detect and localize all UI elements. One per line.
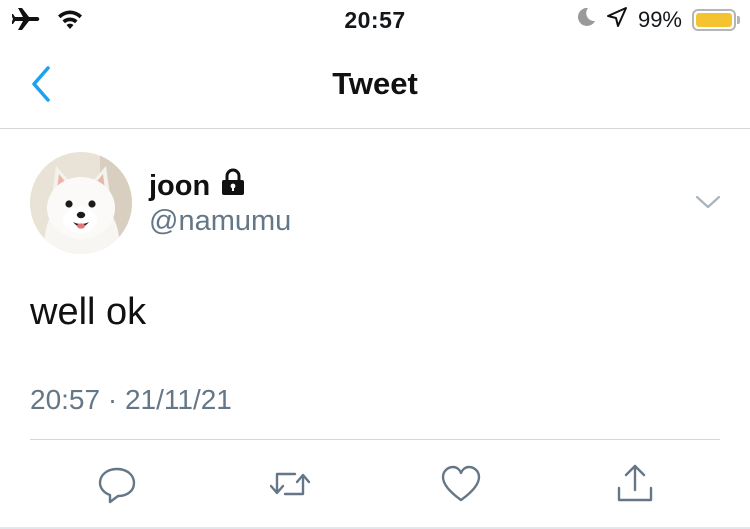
share-button[interactable] [613,462,657,506]
author-handle[interactable]: @namumu [149,205,291,238]
lock-icon [220,168,246,204]
like-button[interactable] [439,462,483,506]
tweet-text: well ok [30,291,147,333]
battery-cap [737,16,740,24]
tweet-timestamp[interactable]: 20:57 · 21/11/21 [30,384,232,416]
battery-body [692,9,736,31]
retweet-icon [269,472,311,496]
author-name-row[interactable]: joon [149,168,246,204]
share-icon [617,464,653,502]
like-icon [441,465,481,502]
reply-button[interactable] [95,462,139,506]
status-right: 99% [576,6,740,34]
nav-bar: Tweet [0,40,750,129]
avatar[interactable] [30,152,132,254]
tweet-menu-button[interactable] [694,192,722,212]
page-title: Tweet [332,66,418,101]
tweet-detail-screen: 20:57 99% Tweet joon @namumu well ok 20:… [0,0,750,529]
divider [30,439,720,440]
moon-icon [576,6,596,34]
battery-fill [696,13,732,27]
battery-percent: 99% [637,7,682,32]
status-bar: 20:57 99% [0,0,750,40]
retweet-button[interactable] [268,462,312,506]
battery-icon [692,9,740,31]
avatar-image [30,152,132,254]
chevron-down-icon [695,195,721,209]
reply-icon [98,467,136,504]
author-name[interactable]: joon [149,170,210,203]
location-arrow-icon [606,6,628,34]
